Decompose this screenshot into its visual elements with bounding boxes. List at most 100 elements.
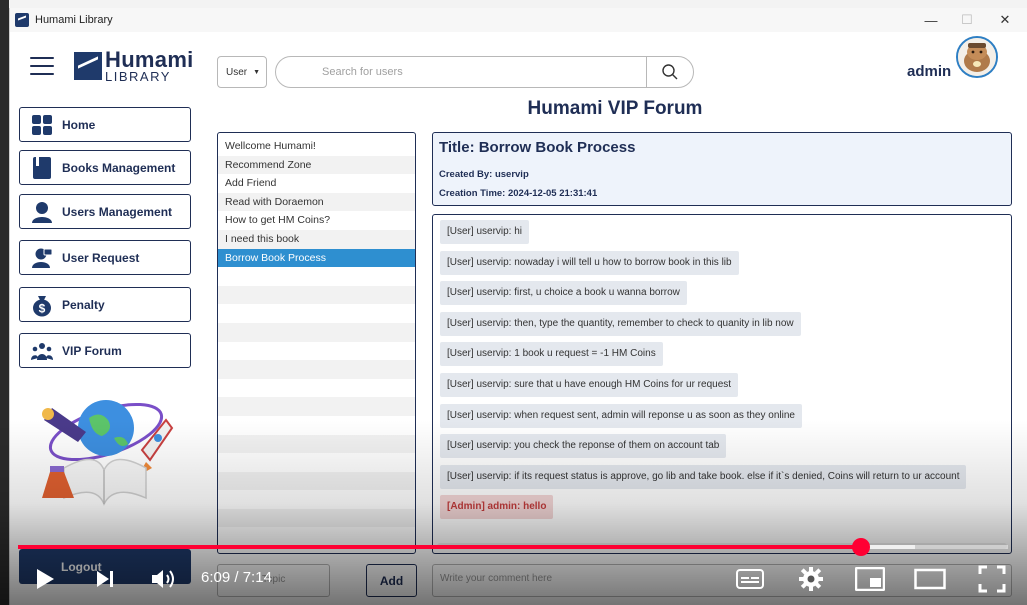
user-request-icon (30, 246, 54, 270)
topic-empty-row (218, 267, 415, 286)
time-separator: / (230, 569, 243, 586)
app-header: Humami LIBRARY User ▼ admin (10, 32, 1027, 98)
topic-empty-row (218, 304, 415, 323)
topic-empty-row (218, 342, 415, 361)
user-comment: [User] uservip: sure that u have enough … (440, 373, 739, 397)
humami-logo: Humami LIBRARY (74, 47, 193, 84)
nav-penalty[interactable]: $ Penalty (19, 287, 191, 322)
topic-empty-row (218, 360, 415, 379)
search-box (275, 56, 694, 88)
topic-list: Wellcome Humami! Recommend Zone Add Friend… (217, 132, 416, 554)
user-comment: [User] uservip: 1 book u request = -1 HM… (440, 342, 663, 367)
duration: 7:14 (242, 569, 272, 586)
topic-empty-row (218, 490, 415, 509)
search-input[interactable] (292, 57, 632, 87)
post-header: Title: Borrow Book Process Created By: u… (432, 132, 1012, 206)
app-logo-icon (15, 13, 29, 27)
avatar[interactable] (956, 36, 998, 78)
title-bar: Humami Library — ☐ ✕ (10, 8, 1027, 32)
username-label: admin (907, 63, 952, 80)
chevron-down-icon: ▼ (253, 68, 261, 76)
maximize-button[interactable]: ☐ (949, 8, 985, 32)
topic-item[interactable]: Add Friend (218, 174, 415, 193)
topic-item[interactable]: Wellcome Humami! (218, 137, 415, 156)
admin-comment: [Admin] admin: hello (440, 495, 554, 520)
nav-books-management[interactable]: Books Management (19, 150, 191, 185)
menu-icon[interactable] (30, 57, 54, 75)
money-bag-icon: $ (30, 293, 54, 317)
topic-empty-row (218, 322, 415, 342)
theater-icon (914, 568, 946, 590)
app-window: Humami Library — ☐ ✕ Humami LIBRARY User… (9, 8, 1027, 605)
post-author: Created By: uservip (439, 169, 529, 180)
fullscreen-icon (978, 565, 1006, 593)
volume-button[interactable] (148, 563, 180, 595)
page-title: Humami VIP Forum (527, 98, 703, 119)
user-comment: [User] uservip: you check the reponse of… (440, 434, 727, 459)
topic-empty-row (218, 434, 415, 454)
nav-users-management[interactable]: Users Management (19, 194, 191, 229)
comment-list: [Admin] admin: hello [User] uservip: if i… (432, 214, 1012, 554)
search-icon (662, 64, 678, 80)
topic-empty-row (218, 453, 415, 472)
topic-empty-row (218, 471, 415, 491)
nav-penalty-label: Penalty (62, 297, 105, 312)
grid-icon (30, 113, 54, 137)
nav-books-management-label: Books Management (62, 160, 176, 175)
user-comment: [User] uservip: hi (440, 220, 530, 244)
topic-empty-row (218, 397, 415, 416)
next-icon (97, 571, 113, 587)
window-title: Humami Library (35, 14, 113, 26)
svg-text:$: $ (39, 301, 46, 315)
nav-user-request-label: User Request (62, 250, 140, 265)
subtitles-button[interactable] (734, 563, 766, 595)
add-topic-button[interactable]: Add (366, 564, 417, 597)
progress-played (18, 545, 861, 549)
topic-item[interactable]: I need this book (218, 229, 415, 249)
play-button[interactable] (30, 563, 60, 595)
gear-icon (799, 567, 823, 591)
user-comment: [User] uservip: if its request status is… (440, 464, 967, 489)
nav-users-management-label: Users Management (62, 204, 173, 219)
user-comment: [User] uservip: when request sent, admin… (440, 403, 802, 428)
search-type-label: User (226, 66, 248, 78)
play-icon (37, 569, 54, 589)
topic-item[interactable]: Borrow Book Process (218, 248, 415, 268)
user-comment: [User] uservip: nowaday i will tell u ho… (440, 250, 739, 275)
topic-item[interactable]: Recommend Zone (218, 155, 415, 175)
post-title: Title: Borrow Book Process (439, 139, 636, 156)
search-button[interactable] (647, 57, 693, 87)
fullscreen-button[interactable] (976, 563, 1008, 595)
user-comment: [User] uservip: then, type the quantity,… (440, 311, 801, 336)
logo-subtitle: LIBRARY (105, 69, 171, 84)
book-icon (30, 156, 54, 180)
volume-icon (152, 570, 174, 588)
desktop-edge (0, 0, 9, 605)
nav-home[interactable]: Home (19, 107, 191, 142)
topic-item[interactable]: Read with Doraemon (218, 192, 415, 212)
topic-empty-row (218, 285, 415, 305)
nav-user-request[interactable]: User Request (19, 240, 191, 275)
miniplayer-icon (855, 567, 885, 591)
reading-illustration (34, 380, 174, 510)
book-logo-icon (74, 52, 102, 80)
progress-scrubber[interactable] (851, 538, 870, 556)
time-display: 6:09 / 7:14 (201, 569, 272, 586)
post-created-time: Creation Time: 2024-12-05 21:31:41 (439, 188, 598, 199)
people-icon (30, 339, 54, 363)
miniplayer-button[interactable] (854, 563, 886, 595)
topic-empty-row (218, 416, 415, 435)
user-icon (30, 200, 54, 224)
nav-vip-forum[interactable]: VIP Forum (19, 333, 191, 368)
search-type-select[interactable]: User ▼ (217, 56, 267, 88)
minimize-button[interactable]: — (913, 8, 949, 32)
settings-button[interactable] (795, 563, 827, 595)
nav-vip-forum-label: VIP Forum (62, 343, 122, 358)
close-button[interactable]: ✕ (987, 8, 1023, 32)
next-button[interactable] (90, 563, 120, 595)
topic-item[interactable]: How to get HM Coins? (218, 211, 415, 230)
topic-empty-row (218, 508, 415, 528)
topic-empty-row (218, 379, 415, 398)
user-comment: [User] uservip: first, u choice a book u… (440, 281, 687, 306)
theater-mode-button[interactable] (913, 563, 947, 595)
